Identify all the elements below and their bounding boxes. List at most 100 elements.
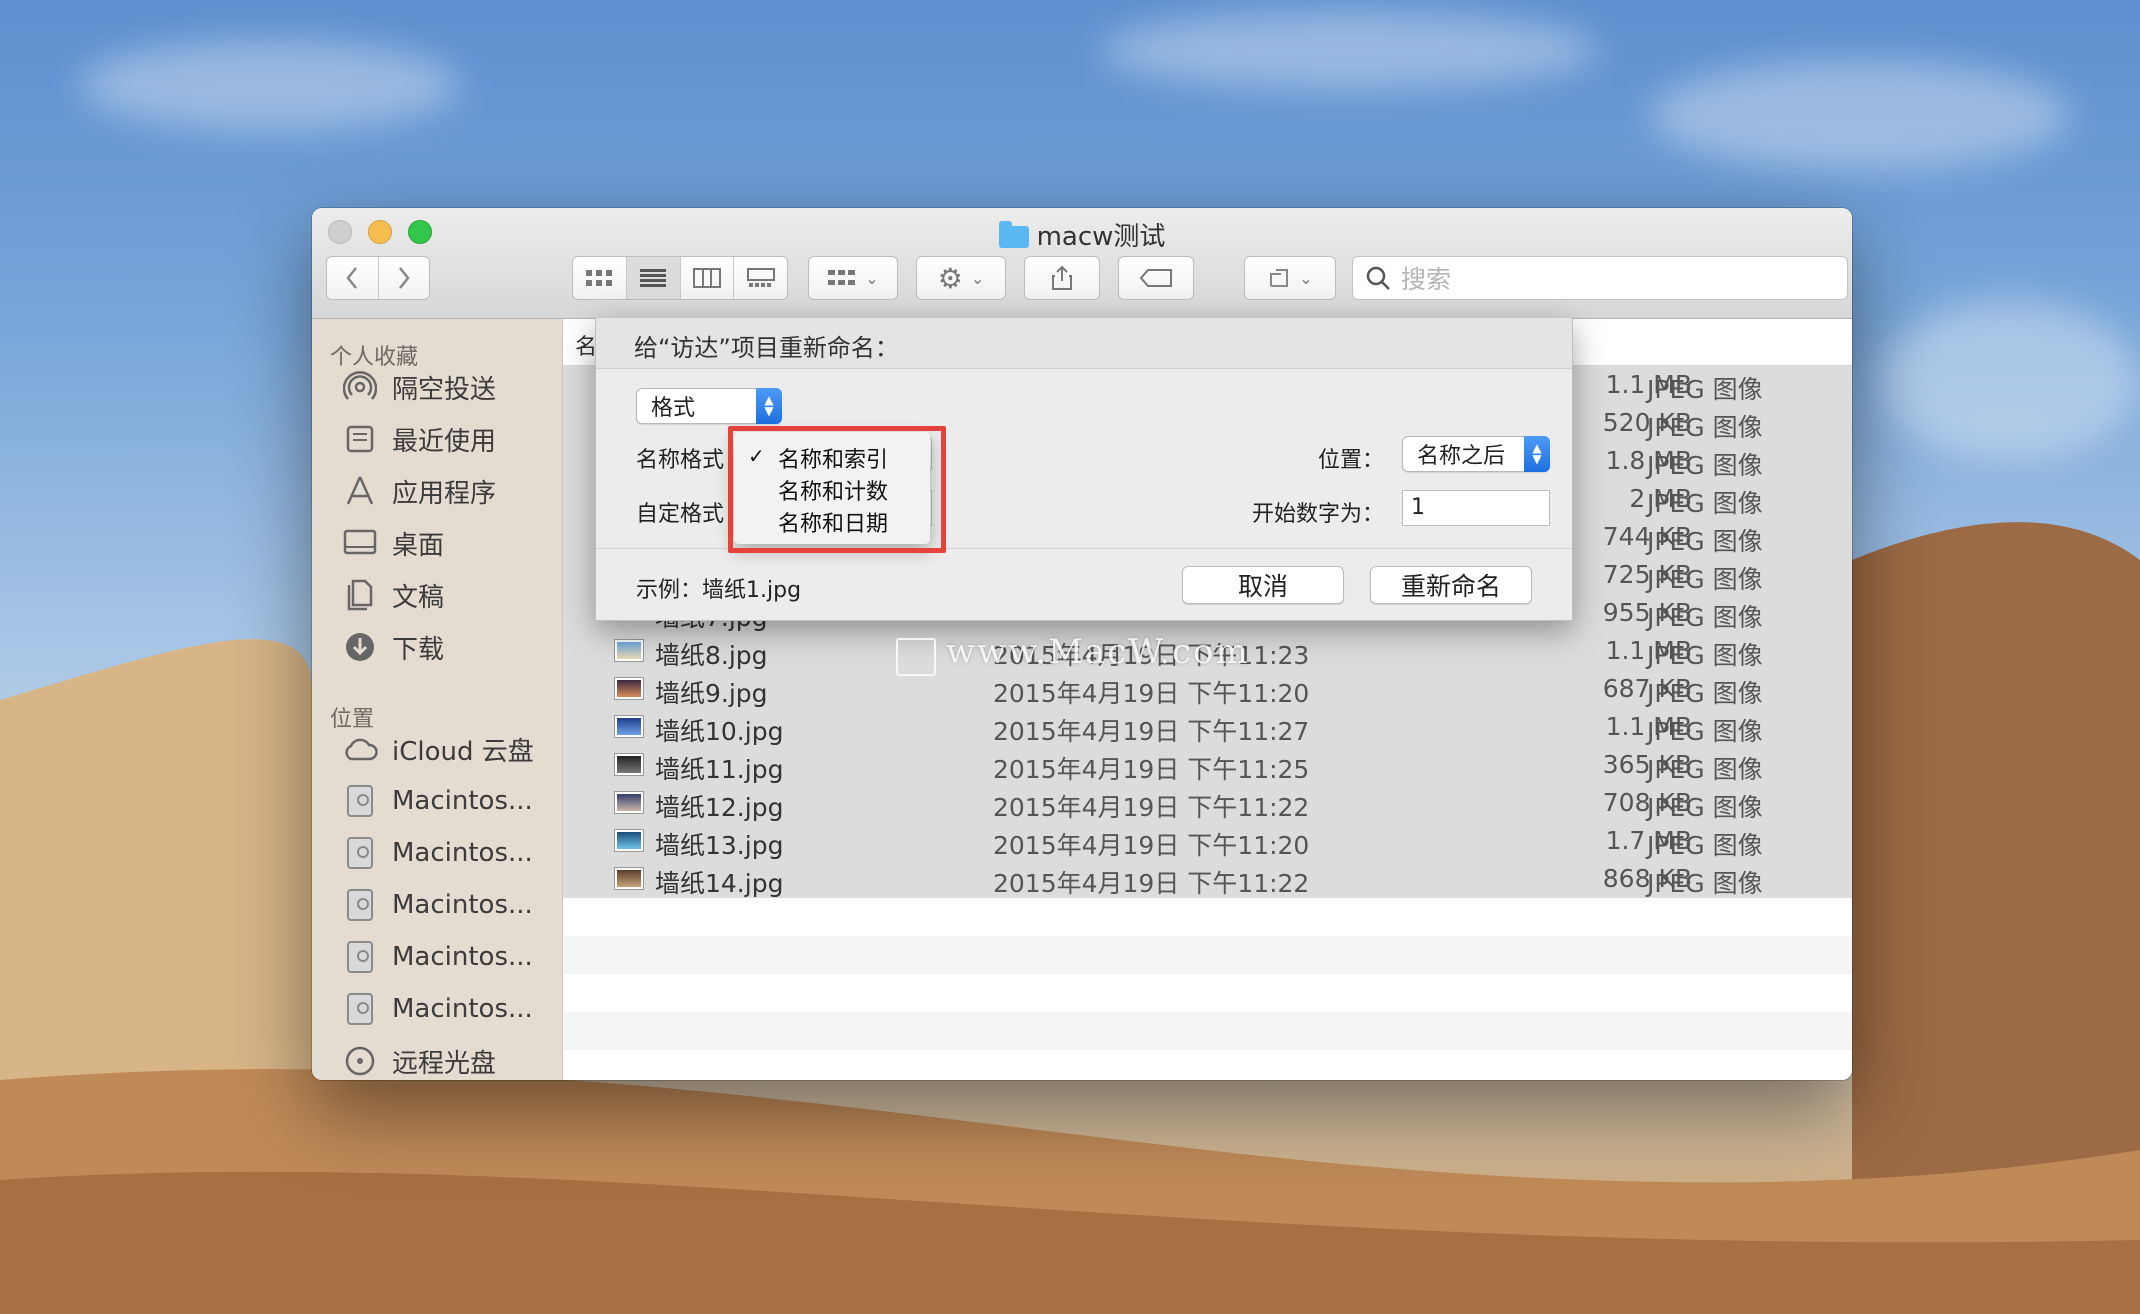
image-thumbnail: [615, 754, 643, 775]
file-date: 2015年4月19日 下午11:20: [993, 679, 1310, 708]
sidebar-item-label: 下载: [392, 634, 445, 665]
sidebar-item-disk[interactable]: Macintos...: [342, 885, 533, 925]
sidebar-item-disk[interactable]: Macintos...: [342, 833, 533, 873]
table-row[interactable]: 墙纸12.jpg 2015年4月19日 下午11:22 708 KB JPEG …: [563, 784, 1852, 822]
table-row[interactable]: 墙纸11.jpg 2015年4月19日 下午11:25 365 KB JPEG …: [563, 746, 1852, 784]
sidebar-item-desktop[interactable]: 桌面: [342, 523, 444, 563]
group-button[interactable]: ⌄: [808, 256, 898, 300]
view-mode-control: [572, 256, 788, 300]
group-icon: [828, 270, 856, 285]
name-format-label: 名称格式: [636, 448, 725, 473]
file-kind: JPEG 图像: [1647, 375, 1763, 404]
tag-icon: [1139, 269, 1172, 287]
folder-icon: [998, 221, 1029, 248]
start-number-label: 开始数字为：: [1252, 502, 1385, 527]
sidebar-item-recents[interactable]: 最近使用: [342, 419, 496, 459]
forward-button[interactable]: [379, 257, 430, 299]
airdrop-icon: [342, 369, 378, 405]
sidebar-item-label: iCloud 云盘: [392, 736, 534, 767]
image-thumbnail: [615, 716, 643, 737]
add-button[interactable]: ⌄: [1244, 256, 1336, 300]
sidebar-item-label: 隔空投送: [392, 374, 497, 405]
sidebar-item-disk[interactable]: Macintos...: [342, 781, 533, 821]
sidebar-item-label: Macintos...: [392, 786, 533, 816]
sidebar-item-disk[interactable]: Macintos...: [342, 989, 533, 1029]
sidebar-item-applications[interactable]: 应用程序: [342, 471, 496, 511]
file-name: 墙纸8.jpg: [655, 641, 768, 670]
sidebar-item-downloads[interactable]: 下载: [342, 627, 444, 667]
share-button[interactable]: [1024, 256, 1100, 300]
file-kind: JPEG 图像: [1647, 679, 1763, 708]
rename-sheet-title: 给“访达”项目重新命名：: [634, 334, 899, 362]
file-kind: JPEG 图像: [1647, 565, 1763, 594]
column-name[interactable]: 名: [575, 329, 597, 361]
column-view-icon: [692, 268, 721, 288]
position-value: 名称之后: [1417, 444, 1506, 469]
image-thumbnail: [615, 640, 643, 661]
sidebar: 个人收藏 隔空投送 最近使用 应用程序 桌面 文稿 下载 位置 iCloud 云…: [312, 319, 563, 1080]
file-kind: JPEG 图像: [1647, 869, 1763, 898]
chevron-down-icon: ⌄: [970, 268, 985, 288]
file-name: 墙纸13.jpg: [655, 831, 784, 860]
search-placeholder: 搜索: [1401, 265, 1452, 294]
sidebar-item-label: 应用程序: [392, 478, 497, 509]
file-kind: JPEG 图像: [1647, 527, 1763, 556]
table-row[interactable]: 墙纸13.jpg 2015年4月19日 下午11:20 1.7 MB JPEG …: [563, 822, 1852, 860]
chevron-left-icon: [346, 267, 358, 289]
file-name: 墙纸12.jpg: [655, 793, 784, 822]
rename-mode-value: 格式: [651, 396, 696, 421]
sidebar-item-label: 最近使用: [392, 426, 497, 457]
disk-icon: [342, 835, 378, 871]
sidebar-item-documents[interactable]: 文稿: [342, 575, 444, 615]
sidebar-item-label: Macintos...: [392, 890, 533, 920]
desktop-icon: [342, 525, 378, 561]
table-row[interactable]: 墙纸14.jpg 2015年4月19日 下午11:22 868 KB JPEG …: [563, 860, 1852, 898]
rename-mode-popup[interactable]: 格式 ▲ ▼: [636, 388, 782, 424]
sidebar-item-airdrop[interactable]: 隔空投送: [342, 367, 496, 407]
action-button[interactable]: ⚙ ⌄: [916, 256, 1006, 300]
icon-view-button[interactable]: [573, 257, 627, 299]
tag-button[interactable]: [1118, 256, 1194, 300]
search-field[interactable]: 搜索: [1352, 256, 1848, 300]
sidebar-item-disk[interactable]: Macintos...: [342, 937, 533, 977]
cancel-button[interactable]: 取消: [1182, 566, 1344, 604]
image-thumbnail: [615, 678, 643, 699]
chevron-right-icon: [398, 267, 410, 289]
cloud-icon: [342, 731, 378, 767]
titlebar: macw测试 ⌄ ⚙ ⌄ ⌄ 搜索: [312, 208, 1852, 319]
sidebar-item-label: Macintos...: [392, 994, 533, 1024]
sidebar-item-label: 文稿: [392, 582, 445, 613]
start-number-field[interactable]: 1: [1402, 490, 1550, 526]
sidebar-item-remote-disc[interactable]: 远程光盘: [342, 1041, 496, 1080]
sidebar-item-label: 远程光盘: [392, 1048, 497, 1079]
sidebar-item-icloud[interactable]: iCloud 云盘: [342, 729, 534, 769]
documents-icon: [342, 577, 378, 613]
custom-format-label: 自定格式: [636, 502, 725, 527]
file-kind: JPEG 图像: [1647, 489, 1763, 518]
applications-icon: [342, 473, 378, 509]
file-date: 2015年4月19日 下午11:22: [993, 869, 1310, 898]
updown-arrows-icon: ▲ ▼: [756, 388, 782, 424]
rename-button[interactable]: 重新命名: [1370, 566, 1532, 604]
sidebar-item-label: Macintos...: [392, 942, 533, 972]
table-row[interactable]: 墙纸9.jpg 2015年4月19日 下午11:20 687 KB JPEG 图…: [563, 670, 1852, 708]
file-kind: JPEG 图像: [1647, 793, 1763, 822]
gear-icon: ⚙: [937, 261, 963, 295]
image-thumbnail: [615, 830, 643, 851]
downloads-icon: [342, 629, 378, 665]
disk-icon: [342, 783, 378, 819]
back-button[interactable]: [327, 257, 379, 299]
table-row[interactable]: 墙纸10.jpg 2015年4月19日 下午11:27 1.1 MB JPEG …: [563, 708, 1852, 746]
list-view-button[interactable]: [626, 257, 681, 299]
position-popup[interactable]: 名称之后 ▲ ▼: [1402, 436, 1550, 472]
empty-row: [563, 1012, 1852, 1050]
recents-icon: [342, 421, 378, 457]
window-title: macw测试: [1036, 222, 1166, 252]
gallery-view-button[interactable]: [734, 257, 787, 299]
nav-buttons: [326, 256, 430, 300]
sidebar-item-label: Macintos...: [392, 838, 533, 868]
updown-arrows-icon: ▲ ▼: [1524, 436, 1550, 472]
file-date: 2015年4月19日 下午11:25: [993, 755, 1310, 784]
file-name: 墙纸14.jpg: [655, 869, 784, 898]
column-view-button[interactable]: [681, 257, 735, 299]
